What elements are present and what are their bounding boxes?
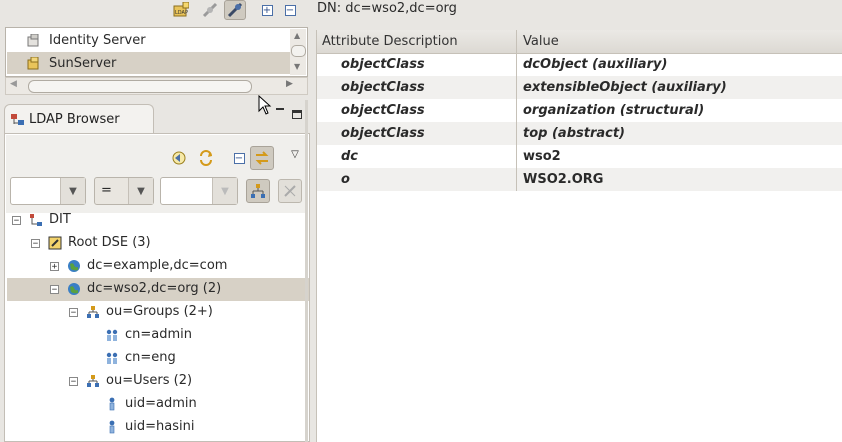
- value-cell[interactable]: wso2: [523, 149, 561, 164]
- new-connection-icon[interactable]: LDAP: [172, 1, 190, 19]
- connection-identity-server[interactable]: Identity Server: [7, 29, 290, 51]
- maximize-icon[interactable]: [292, 110, 302, 119]
- scroll-right-icon[interactable]: ▶: [286, 79, 293, 89]
- scroll-down-icon[interactable]: ▼: [294, 62, 300, 71]
- scroll-thumb[interactable]: [28, 80, 252, 93]
- table-header: Attribute Description Value: [317, 30, 842, 54]
- ldap-connection-icon: [27, 33, 41, 47]
- globe-icon: [67, 259, 81, 273]
- tree-node-label: ou=Groups (2+): [106, 304, 213, 319]
- collapse-icon[interactable]: −: [50, 285, 59, 295]
- tree-node[interactable]: − ou=Groups (2+): [7, 301, 309, 324]
- collapse-icon[interactable]: −: [69, 377, 78, 387]
- collapse-icon[interactable]: −: [31, 239, 40, 249]
- expand-all-icon[interactable]: +: [258, 1, 276, 19]
- tree-node-label: DIT: [49, 212, 71, 227]
- table-row[interactable]: dc wso2: [317, 145, 842, 168]
- attribute-table[interactable]: Attribute Description Value objectClass d…: [316, 30, 842, 442]
- tree-node[interactable]: − DIT: [7, 209, 309, 232]
- tree-node-label: ou=Users (2): [106, 373, 193, 388]
- tree-node-label: uid=hasini: [125, 419, 195, 434]
- pane-divider[interactable]: [305, 100, 308, 442]
- attribute-cell[interactable]: objectClass: [341, 103, 425, 118]
- tree-node-label: uid=admin: [125, 396, 197, 411]
- collapse-icon[interactable]: −: [12, 216, 21, 226]
- ldap-browser-icon: [9, 112, 25, 128]
- connection-label: SunServer: [49, 55, 117, 71]
- value-cell[interactable]: extensibleObject (auxiliary): [523, 80, 727, 95]
- tree-node[interactable]: − ou=Users (2): [7, 370, 309, 393]
- tree-node[interactable]: − Root DSE (3): [7, 232, 309, 255]
- person-icon: [105, 420, 119, 434]
- attribute-cell[interactable]: objectClass: [341, 57, 425, 72]
- column-header-value[interactable]: Value: [523, 34, 559, 49]
- connections-horizontal-scrollbar[interactable]: ◀ ▶: [5, 77, 308, 95]
- org-unit-icon: [86, 374, 100, 388]
- connection-label: Identity Server: [49, 32, 146, 48]
- tree-node[interactable]: + dc=example,dc=com: [7, 255, 309, 278]
- collapse-icon[interactable]: −: [69, 308, 78, 318]
- group-icon: [105, 328, 119, 342]
- value-cell[interactable]: top (abstract): [523, 126, 625, 141]
- tree-node-label: cn=admin: [125, 327, 193, 342]
- ldap-tree: − DIT − Root DSE (3) + dc=example,dc=com − dc=w…: [5, 134, 309, 441]
- scroll-up-icon[interactable]: ▲: [294, 31, 300, 40]
- mouse-pointer-icon: [258, 95, 272, 115]
- tree-node[interactable]: − dc=wso2,dc=org (2): [7, 278, 309, 301]
- org-unit-icon: [86, 305, 100, 319]
- expand-icon[interactable]: +: [50, 262, 59, 272]
- attribute-cell[interactable]: objectClass: [341, 80, 425, 95]
- dn-label: DN: dc=wso2,dc=org: [317, 1, 457, 16]
- dit-icon: [29, 213, 43, 227]
- tree-node[interactable]: cn=admin: [7, 324, 309, 347]
- attribute-cell[interactable]: objectClass: [341, 126, 425, 141]
- table-row[interactable]: objectClass top (abstract): [317, 122, 842, 145]
- root-dse-icon: [48, 236, 62, 250]
- group-icon: [105, 351, 119, 365]
- left-pane: LDAP + − Identity Server SunServer ▲ ▼ ◀…: [0, 0, 314, 442]
- tab-ldap-browser[interactable]: LDAP Browser: [4, 104, 154, 134]
- value-cell[interactable]: organization (structural): [523, 103, 704, 118]
- ldap-browser-panel: − ▽ ▼ = ▼ ▼ − DIT − Root DSE (3) + dc=ex…: [4, 133, 310, 442]
- value-cell[interactable]: dcObject (auxiliary): [523, 57, 667, 72]
- tree-node-label: dc=example,dc=com: [87, 258, 228, 273]
- connect-icon[interactable]: [224, 0, 246, 20]
- attribute-cell[interactable]: dc: [341, 149, 358, 164]
- table-row[interactable]: objectClass organization (structural): [317, 99, 842, 122]
- tree-node-label: cn=eng: [125, 350, 176, 365]
- dn-bar: DN: dc=wso2,dc=org: [316, 0, 842, 30]
- ldap-connection-icon: [27, 56, 41, 70]
- value-cell[interactable]: WSO2.ORG: [523, 172, 603, 187]
- tree-node[interactable]: uid=admin: [7, 393, 309, 416]
- column-header-attribute[interactable]: Attribute Description: [322, 34, 458, 49]
- table-row[interactable]: o WSO2.ORG: [317, 168, 842, 191]
- column-divider: [516, 53, 517, 191]
- attribute-cell[interactable]: o: [341, 172, 350, 187]
- connection-sunserver[interactable]: SunServer: [7, 52, 290, 74]
- tree-node[interactable]: uid=hasini: [7, 416, 309, 439]
- disconnect-icon[interactable]: [201, 1, 219, 19]
- scroll-left-icon[interactable]: ◀: [10, 79, 17, 89]
- connections-list[interactable]: Identity Server SunServer ▲ ▼: [5, 27, 308, 77]
- tree-node-label: dc=wso2,dc=org (2): [87, 281, 222, 296]
- minimize-icon[interactable]: [276, 108, 284, 110]
- table-row[interactable]: objectClass extensibleObject (auxiliary): [317, 76, 842, 99]
- column-divider[interactable]: [516, 30, 517, 53]
- collapse-all-icon[interactable]: −: [281, 1, 299, 19]
- tree-node[interactable]: cn=eng: [7, 347, 309, 370]
- person-icon: [105, 397, 119, 411]
- connections-vertical-scrollbar[interactable]: ▲ ▼: [290, 29, 306, 75]
- scroll-thumb[interactable]: [291, 45, 306, 57]
- tab-title: LDAP Browser: [29, 112, 120, 127]
- table-row[interactable]: objectClass dcObject (auxiliary): [317, 53, 842, 76]
- globe-icon: [67, 282, 81, 296]
- tree-node-label: Root DSE (3): [68, 235, 151, 250]
- svg-text:LDAP: LDAP: [175, 10, 188, 16]
